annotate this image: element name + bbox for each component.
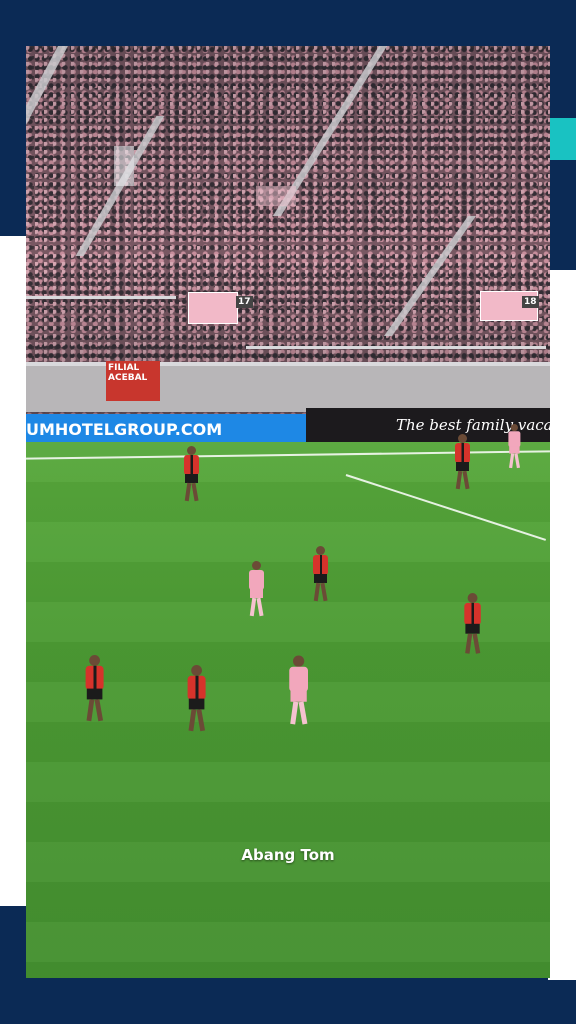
player-away bbox=[82, 655, 106, 727]
frame-accent-left bbox=[0, 236, 26, 906]
player-away bbox=[452, 434, 472, 494]
led-board-left: UMHOTELGROUP.COM bbox=[26, 414, 306, 444]
player-home bbox=[506, 424, 522, 472]
video-frame[interactable]: 17 18 FILIAL ACEBAL UMHOTELGROUP.COM The… bbox=[26, 46, 550, 978]
player-away bbox=[310, 546, 330, 606]
video-watermark: Abang Tom bbox=[241, 846, 335, 864]
player-home bbox=[286, 655, 311, 731]
stand-section-number-left: 17 bbox=[236, 296, 253, 308]
player-home bbox=[246, 561, 266, 621]
frame-accent-right bbox=[548, 270, 576, 980]
player-away bbox=[184, 665, 208, 737]
stand-section-number-right: 18 bbox=[522, 296, 539, 308]
frame-accent-teal bbox=[550, 118, 576, 160]
stand-lower-wall bbox=[26, 364, 550, 412]
stand-sign-left bbox=[188, 292, 238, 324]
stand-red-banner: FILIAL ACEBAL bbox=[106, 361, 160, 401]
player-away bbox=[181, 446, 201, 506]
frame-accent-navy bbox=[550, 160, 576, 270]
player-away bbox=[461, 593, 483, 659]
pitch-line-box bbox=[345, 474, 547, 541]
stadium-stands: 17 18 FILIAL ACEBAL bbox=[26, 46, 550, 416]
